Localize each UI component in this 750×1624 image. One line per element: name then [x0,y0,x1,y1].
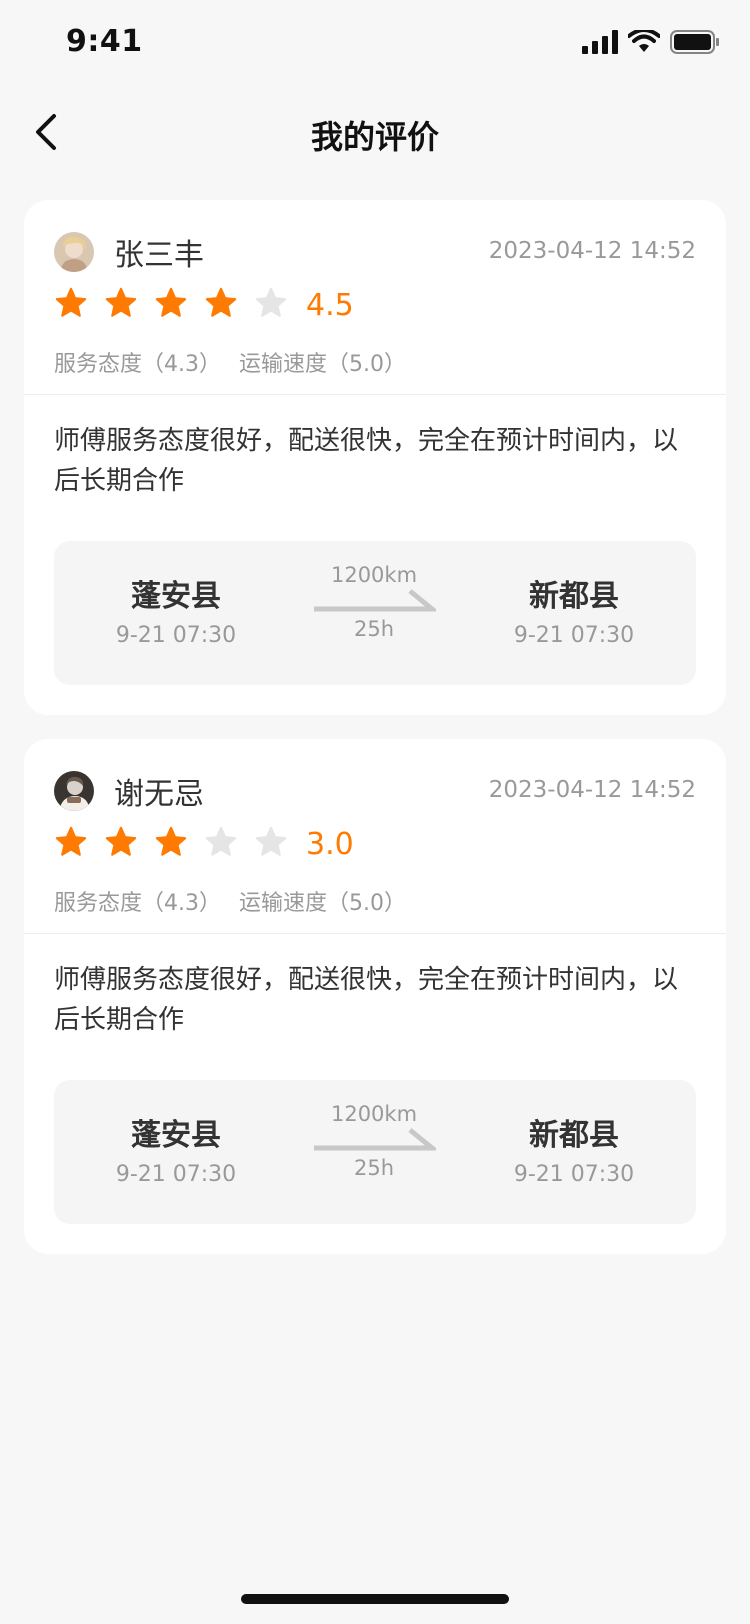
route-info: 1200km 25h [309,1102,439,1180]
route-destination: 新都县 9-21 07:30 [474,571,674,648]
transport-speed-score: 运输速度（5.0） [239,352,406,377]
sub-scores: 服务态度（4.3） 运输速度（5.0） [54,346,424,378]
review-card[interactable]: 张三丰 2023-04-12 14:52 4.5 服务态度（4.3） 运输速度（5… [24,200,726,715]
star-icon [55,287,87,317]
review-time: 2023-04-12 14:52 [488,238,696,264]
route-summary: 蓬安县 9-21 07:30 1200km 25h 新都县 9-21 07:30 [54,1080,696,1224]
review-comment: 师傅服务态度很好，配送很快，完全在预计时间内，以后长期合作 [54,426,679,496]
route-origin: 蓬安县 9-21 07:30 [76,571,276,648]
origin-city: 蓬安县 [131,579,221,614]
avatar [54,232,94,272]
route-duration: 25h [353,1156,395,1180]
origin-city: 蓬安县 [131,1118,221,1153]
review-time: 2023-04-12 14:52 [488,777,696,803]
wifi-icon [628,30,660,52]
route-summary: 蓬安县 9-21 07:30 1200km 25h 新都县 9-21 07:30 [54,541,696,685]
star-icon [105,287,137,317]
status-icons [582,30,720,54]
rating-score: 3.0 [306,827,354,862]
sub-scores: 服务态度（4.3） 运输速度（5.0） [54,885,424,917]
route-duration: 25h [353,617,395,641]
arrow-right-icon [314,589,436,612]
rating-score: 4.5 [306,288,354,323]
user-name: 张三丰 [114,238,204,273]
destination-city: 新都县 [529,1118,619,1153]
service-attitude-score: 服务态度（4.3） [54,352,221,377]
home-indicator[interactable] [241,1594,509,1604]
destination-time: 9-21 07:30 [513,1162,635,1187]
transport-speed-score: 运输速度（5.0） [239,891,406,916]
star-icon [55,826,87,856]
destination-city: 新都县 [529,579,619,614]
review-card[interactable]: 谢无忌 2023-04-12 14:52 3.0 服务态度（4.3） 运输速度（5… [24,739,726,1254]
status-bar: 9:41 [0,0,750,88]
star-empty-icon [205,826,237,856]
star-icon [105,826,137,856]
review-header: 张三丰 2023-04-12 14:52 4.5 服务态度（4.3） 运输速度（5… [24,200,726,395]
page-title: 我的评价 [310,118,439,156]
signal-icon [582,30,618,54]
route-distance: 1200km [330,563,418,587]
nav-bar: 我的评价 [0,88,750,176]
origin-time: 9-21 07:30 [115,1162,237,1187]
star-rating [54,825,288,859]
route-destination: 新都县 9-21 07:30 [474,1110,674,1187]
status-time: 9:41 [66,24,143,59]
review-list: 张三丰 2023-04-12 14:52 4.5 服务态度（4.3） 运输速度（5… [24,200,726,1278]
battery-icon [670,30,719,54]
review-comment: 师傅服务态度很好，配送很快，完全在预计时间内，以后长期合作 [54,965,679,1035]
arrow-right-icon [314,1128,436,1151]
review-header: 谢无忌 2023-04-12 14:52 3.0 服务态度（4.3） 运输速度（5… [24,739,726,934]
route-origin: 蓬安县 9-21 07:30 [76,1110,276,1187]
user-name: 谢无忌 [114,777,204,812]
star-rating [54,286,288,320]
avatar [54,771,94,811]
star-icon [205,287,237,317]
service-attitude-score: 服务态度（4.3） [54,891,221,916]
star-icon [155,826,187,856]
star-icon [155,287,187,317]
star-empty-icon [255,287,287,317]
origin-time: 9-21 07:30 [115,623,237,648]
route-distance: 1200km [330,1102,418,1126]
destination-time: 9-21 07:30 [513,623,635,648]
route-info: 1200km 25h [309,563,439,641]
star-empty-icon [255,826,287,856]
